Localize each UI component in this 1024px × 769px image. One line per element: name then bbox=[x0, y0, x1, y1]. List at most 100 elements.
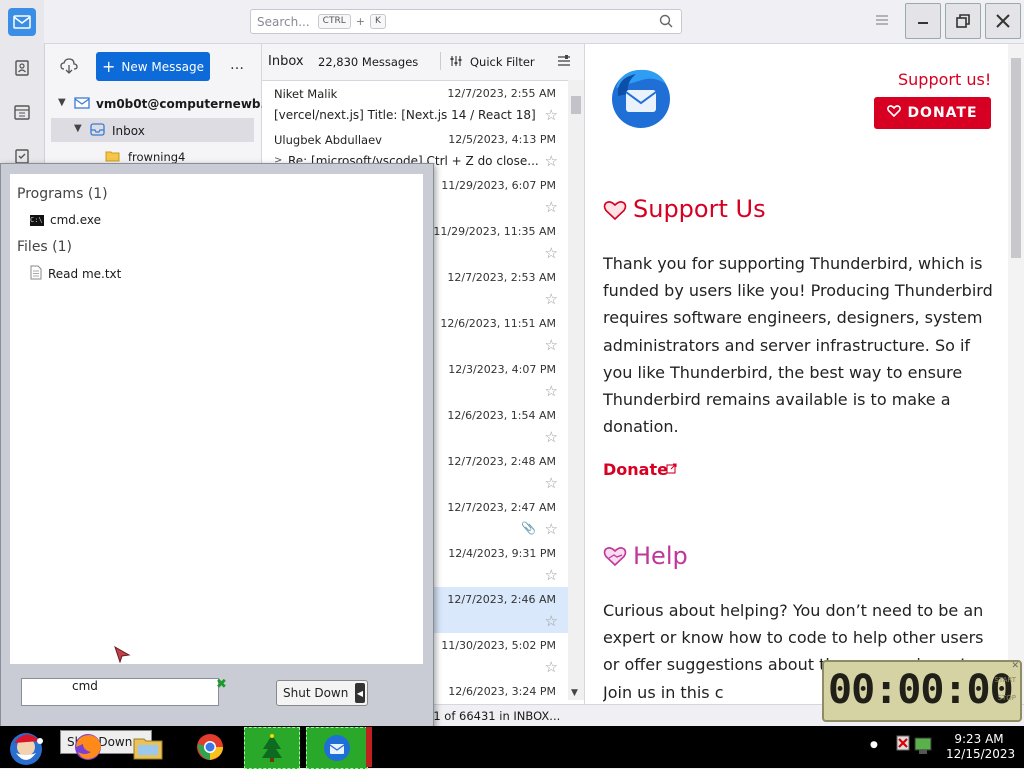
account-mail-icon bbox=[74, 96, 90, 113]
message-date: 12/7/2023, 2:53 AM bbox=[447, 271, 556, 284]
star-icon[interactable]: ☆ bbox=[545, 336, 558, 354]
star-icon[interactable]: ☆ bbox=[545, 152, 558, 170]
restore-icon bbox=[956, 14, 970, 28]
status-text: 51 of 66431 in INBOX... bbox=[426, 709, 561, 723]
app-menu-icon[interactable] bbox=[874, 13, 890, 30]
folder-pane-menu-button[interactable]: … bbox=[230, 57, 244, 73]
star-icon[interactable]: ☆ bbox=[545, 474, 558, 492]
star-icon[interactable]: ☆ bbox=[545, 290, 558, 308]
message-date: 12/7/2023, 2:55 AM bbox=[447, 87, 556, 100]
star-icon[interactable]: ☆ bbox=[545, 658, 558, 676]
star-icon[interactable]: ☆ bbox=[545, 244, 558, 262]
start-search-value: cmd bbox=[72, 679, 98, 693]
programs-header: Programs (1) bbox=[17, 186, 108, 202]
support-body: Thank you for supporting Thunderbird, wh… bbox=[603, 254, 993, 437]
message-date: 12/7/2023, 2:48 AM bbox=[447, 455, 556, 468]
global-search-input[interactable]: Search... CTRL + K bbox=[250, 9, 682, 34]
star-icon[interactable]: ☆ bbox=[545, 612, 558, 630]
network-error-icon[interactable] bbox=[893, 733, 937, 762]
timer-widget: 00:00:00 START STOP ✕ bbox=[822, 660, 1022, 722]
support-heading: Support Us bbox=[633, 195, 766, 223]
shutdown-arrow-icon[interactable]: ◀ bbox=[355, 683, 365, 703]
timer-start-label[interactable]: START bbox=[994, 676, 1016, 684]
divider bbox=[440, 52, 441, 70]
start-search-input[interactable]: cmd bbox=[21, 678, 219, 706]
message-sender: Niket Malik bbox=[274, 87, 338, 101]
message-date: 12/6/2023, 3:24 PM bbox=[448, 685, 556, 698]
message-count: 22,830 Messages bbox=[318, 55, 419, 69]
timer-display: 00:00:00 bbox=[828, 667, 1014, 713]
message-date: 12/6/2023, 1:54 AM bbox=[447, 409, 556, 422]
inbox-label: Inbox bbox=[112, 124, 145, 138]
message-scrollbar-thumb[interactable] bbox=[1011, 58, 1021, 258]
new-message-label: New Message bbox=[121, 59, 204, 74]
star-icon[interactable]: ☆ bbox=[545, 198, 558, 216]
donate-link[interactable]: Donate bbox=[603, 460, 668, 479]
support-us-link[interactable]: Support us! bbox=[898, 70, 991, 89]
message-date: 12/3/2023, 4:07 PM bbox=[448, 363, 556, 376]
heart-icon bbox=[603, 200, 627, 224]
clock-time[interactable]: 9:23 AM bbox=[950, 732, 1008, 746]
minimize-icon bbox=[918, 22, 928, 24]
shortcut-ctrl: CTRL bbox=[317, 14, 351, 29]
star-icon[interactable]: ☆ bbox=[545, 566, 558, 584]
taskbar-app-tree[interactable] bbox=[244, 727, 300, 769]
file-item-readme[interactable]: Read me.txt bbox=[30, 265, 121, 283]
file-explorer-icon[interactable] bbox=[130, 727, 166, 767]
shortcut-plus: + bbox=[355, 15, 365, 28]
close-button[interactable] bbox=[985, 3, 1021, 39]
shutdown-button[interactable]: Shut Down ◀ bbox=[276, 680, 368, 706]
donate-button[interactable]: DONATE bbox=[874, 97, 991, 129]
timer-close-icon[interactable]: ✕ bbox=[1011, 661, 1019, 671]
get-messages-icon[interactable] bbox=[60, 58, 78, 77]
thunderbird-logo bbox=[608, 66, 674, 133]
calendar-icon[interactable] bbox=[8, 98, 36, 126]
start-button[interactable] bbox=[2, 727, 54, 767]
quick-filter-icon bbox=[449, 54, 463, 71]
message-row[interactable]: Niket Malik 12/7/2023, 2:55 AM [vercel/nex… bbox=[262, 81, 568, 128]
program-item-cmd[interactable]: C:\ cmd.exe bbox=[30, 213, 101, 227]
star-icon[interactable]: ☆ bbox=[545, 382, 558, 400]
mail-icon[interactable] bbox=[8, 8, 36, 36]
file-item-label: Read me.txt bbox=[48, 267, 122, 281]
firefox-icon[interactable] bbox=[70, 727, 106, 767]
message-date: 11/30/2023, 5:02 PM bbox=[441, 639, 556, 652]
cmd-icon: C:\ bbox=[30, 214, 44, 226]
notification-dot-icon: ● bbox=[870, 740, 878, 750]
shutdown-label: Shut Down bbox=[283, 686, 349, 700]
message-date: 12/6/2023, 11:51 AM bbox=[440, 317, 556, 330]
minimize-button[interactable] bbox=[905, 3, 941, 39]
new-message-button[interactable]: + New Message bbox=[96, 52, 210, 81]
clock-date[interactable]: 12/15/2023 bbox=[946, 747, 1015, 761]
message-sender: Ulugbek Abdullaev bbox=[274, 133, 382, 147]
chrome-icon[interactable] bbox=[192, 727, 228, 767]
attachment-icon: 📎 bbox=[521, 521, 536, 535]
star-icon[interactable]: ☆ bbox=[545, 106, 558, 124]
files-header: Files (1) bbox=[17, 239, 73, 255]
clear-search-icon[interactable]: ✖ bbox=[216, 677, 227, 692]
star-icon[interactable]: ☆ bbox=[545, 520, 558, 538]
account-name[interactable]: vm0b0t@computernewb... bbox=[96, 97, 274, 111]
inbox-icon bbox=[90, 122, 105, 140]
chevron-down-icon[interactable]: ▼ bbox=[74, 123, 82, 134]
timer-stop-label[interactable]: STOP bbox=[998, 694, 1016, 702]
close-icon bbox=[996, 14, 1010, 28]
thread-scrollbar[interactable] bbox=[568, 80, 584, 700]
heart-icon bbox=[887, 105, 902, 121]
shortcut-key: K bbox=[369, 14, 386, 29]
thread-scrollbar-thumb[interactable] bbox=[571, 96, 581, 114]
quick-filter-button[interactable]: Quick Filter bbox=[470, 55, 535, 69]
search-icon[interactable] bbox=[659, 14, 673, 31]
display-options-icon[interactable] bbox=[556, 53, 572, 72]
taskbar-app-thunderbird[interactable] bbox=[306, 727, 368, 769]
message-date: 12/5/2023, 4:13 PM bbox=[448, 133, 556, 146]
star-icon[interactable]: ☆ bbox=[545, 428, 558, 446]
mouse-cursor-icon bbox=[113, 645, 131, 666]
scroll-down-icon[interactable]: ▼ bbox=[571, 688, 578, 698]
restore-button[interactable] bbox=[945, 3, 981, 39]
folder-frowning4[interactable]: frowning4 bbox=[128, 150, 185, 164]
chevron-down-icon[interactable]: ▼ bbox=[58, 97, 66, 108]
help-hand-icon bbox=[603, 546, 627, 571]
plus-icon: + bbox=[102, 56, 116, 76]
address-book-icon[interactable] bbox=[8, 54, 36, 82]
